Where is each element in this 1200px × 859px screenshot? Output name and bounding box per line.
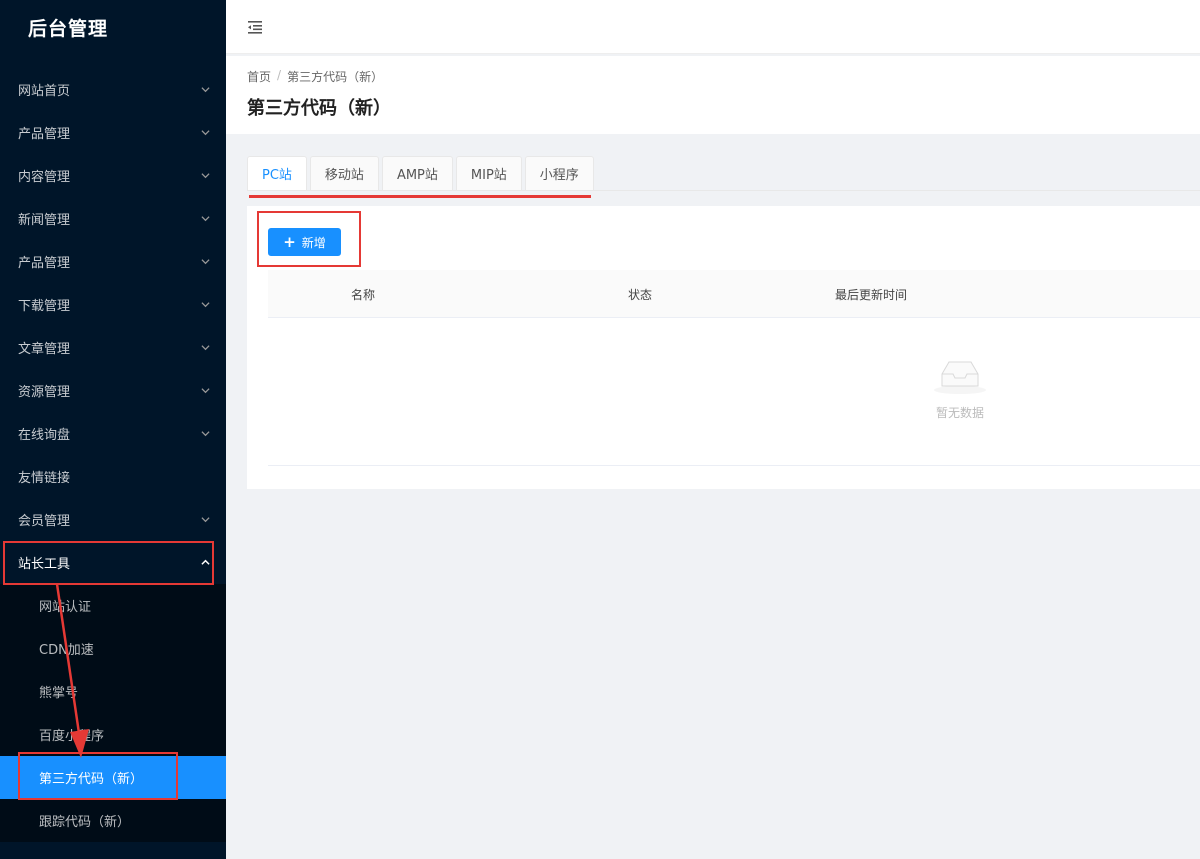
sidebar-item-label: 产品管理 [18, 256, 71, 271]
sidebar-item-members[interactable]: 会员管理 [0, 498, 226, 541]
sidebar-item-label: 网站首页 [18, 84, 71, 99]
column-header-updated: 最后更新时间 [835, 288, 908, 302]
sidebar-menu: 网站首页 产品管理 内容管理 新闻管理 产品管理 下载管理 文章管理 资源管理 [0, 68, 226, 842]
sidebar-item-resources[interactable]: 资源管理 [0, 369, 226, 412]
chevron-down-icon [200, 386, 210, 396]
chevron-down-icon [200, 257, 210, 267]
sidebar-item-products-2[interactable]: 产品管理 [0, 240, 226, 283]
column-header-status: 状态 [628, 288, 653, 302]
chevron-down-icon [200, 128, 210, 138]
annotation-underline-tabs [249, 195, 591, 198]
chevron-down-icon [200, 171, 210, 181]
sidebar-subitem-site-verify[interactable]: 网站认证 [0, 584, 226, 627]
chevron-down-icon [200, 214, 210, 224]
webmaster-tools-submenu: 网站认证 CDN加速 熊掌号 百度小程序 第三方代码（新） 跟踪代码（新） [0, 584, 226, 842]
sidebar-item-label: 资源管理 [18, 385, 71, 400]
tab-mip[interactable]: MIP站 [455, 156, 522, 190]
sidebar-item-label: 内容管理 [18, 170, 71, 185]
sidebar-subitem-baidu-miniprogram[interactable]: 百度小程序 [0, 713, 226, 756]
column-header-name: 名称 [351, 288, 376, 302]
sidebar-item-products[interactable]: 产品管理 [0, 111, 226, 154]
app-logo-title: 后台管理 [28, 18, 109, 40]
tab-miniprogram[interactable]: 小程序 [524, 156, 594, 190]
sidebar-item-label: 在线询盘 [18, 428, 71, 443]
sidebar-item-label: 下载管理 [18, 299, 71, 314]
sidebar-item-links[interactable]: 友情链接 [0, 455, 226, 498]
annotation-arrow [55, 583, 89, 758]
sidebar-subitem-xiongzhang[interactable]: 熊掌号 [0, 670, 226, 713]
breadcrumb-current: 第三方代码（新） [287, 70, 384, 84]
chevron-down-icon [200, 429, 210, 439]
tab-pc[interactable]: PC站 [247, 156, 307, 190]
chevron-down-icon [200, 300, 210, 310]
tab-mobile[interactable]: 移动站 [309, 156, 379, 190]
annotation-box-add-button [257, 211, 361, 267]
table-header: 名称 状态 最后更新时间 [268, 270, 1200, 318]
top-header [226, 0, 1200, 54]
empty-text: 暂无数据 [936, 406, 985, 420]
annotation-box-webmaster-tools [3, 541, 214, 585]
sidebar-item-label: 友情链接 [18, 471, 71, 486]
sidebar-item-label: 新闻管理 [18, 213, 71, 228]
site-type-tabs: PC站 移动站 AMP站 MIP站 小程序 [247, 156, 594, 190]
tab-amp[interactable]: AMP站 [381, 156, 453, 190]
page-title: 第三方代码（新） [247, 98, 391, 119]
chevron-down-icon [200, 515, 210, 525]
sidebar-item-news[interactable]: 新闻管理 [0, 197, 226, 240]
sidebar-item-label: 产品管理 [18, 127, 71, 142]
sidebar-subitem-tracking-code[interactable]: 跟踪代码（新） [0, 799, 226, 842]
tabs-divider [247, 190, 1200, 191]
sidebar-item-label: 会员管理 [18, 514, 71, 529]
sidebar: 后台管理 网站首页 产品管理 内容管理 新闻管理 产品管理 下载管理 文章管理 [0, 0, 226, 859]
table-empty-state: 暂无数据 [268, 318, 1200, 466]
breadcrumb-separator: / [277, 68, 282, 82]
sidebar-item-articles[interactable]: 文章管理 [0, 326, 226, 369]
content-card: + 新增 名称 状态 最后更新时间 暂无数据 [247, 206, 1200, 489]
chevron-down-icon [200, 85, 210, 95]
sidebar-subitem-label: 跟踪代码（新） [39, 815, 131, 830]
sidebar-item-label: 文章管理 [18, 342, 71, 357]
page-header: 首页 / 第三方代码（新） 第三方代码（新） [226, 56, 1200, 134]
breadcrumb-home[interactable]: 首页 [247, 68, 271, 85]
sidebar-item-content[interactable]: 内容管理 [0, 154, 226, 197]
breadcrumb: 首页 / 第三方代码（新） [247, 68, 383, 85]
sidebar-item-downloads[interactable]: 下载管理 [0, 283, 226, 326]
menu-fold-icon[interactable] [246, 18, 264, 36]
sidebar-item-home[interactable]: 网站首页 [0, 68, 226, 111]
sidebar-subitem-cdn[interactable]: CDN加速 [0, 627, 226, 670]
chevron-down-icon [200, 343, 210, 353]
empty-inbox-icon [932, 356, 988, 396]
sidebar-item-inquiries[interactable]: 在线询盘 [0, 412, 226, 455]
